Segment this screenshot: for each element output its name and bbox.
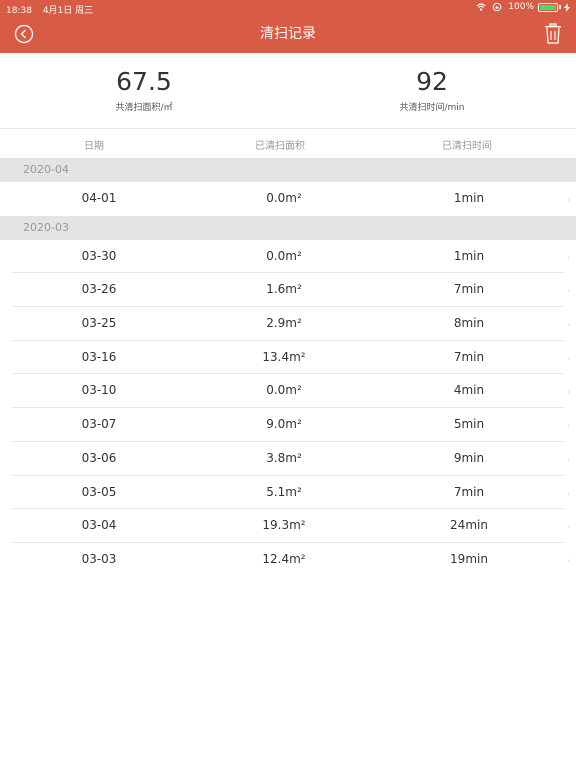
record-list: 2020-04 04-01 0.0m² 1min › 2020-03 03-30 0.0m² 1… xyxy=(0,158,576,577)
column-header: 日期 已清扫面积 已清扫时间 xyxy=(0,128,576,158)
battery-percent: 100% xyxy=(508,2,534,12)
charging-icon xyxy=(564,2,570,12)
chevron-right-icon: › xyxy=(567,556,570,565)
chevron-right-icon: › xyxy=(567,287,570,296)
record-area: 5.1m² xyxy=(266,484,302,499)
chevron-right-icon: › xyxy=(567,253,570,262)
record-time: 1min xyxy=(453,248,485,263)
record-date: 03-03 xyxy=(81,551,117,566)
record-row[interactable]: 03-04 19.3m² 24min › xyxy=(0,509,576,543)
record-area: 9.0m² xyxy=(266,417,302,432)
status-left: 18:38 4月1日 周三 xyxy=(6,3,101,16)
chevron-right-icon: › xyxy=(567,196,570,204)
chevron-right-icon: › xyxy=(567,489,570,498)
record-row[interactable]: 03-07 9.0m² 5min › xyxy=(0,408,576,442)
total-area-label: 共清扫面积/㎡ xyxy=(115,103,173,113)
section-header: 2020-03 xyxy=(0,215,576,240)
record-time: 24min xyxy=(450,518,488,533)
record-area: 3.8m² xyxy=(266,450,302,465)
record-date: 03-26 xyxy=(81,282,117,297)
record-row[interactable]: 03-16 13.4m² 7min › xyxy=(0,341,576,375)
column-date: 日期 xyxy=(84,141,104,152)
record-row[interactable]: 04-01 0.0m² 1min › xyxy=(0,182,576,216)
record-time: 9min xyxy=(453,450,485,465)
chevron-right-icon: › xyxy=(567,321,570,330)
record-time: 5min xyxy=(453,417,485,432)
record-date: 04-01 xyxy=(81,191,117,205)
status-date: 4月1日 周三 xyxy=(42,6,94,16)
record-area: 19.3m² xyxy=(262,518,306,533)
record-area: 0.0m² xyxy=(266,191,302,205)
chevron-right-icon: › xyxy=(567,455,570,464)
total-time-label: 共清扫时间/min xyxy=(399,103,465,113)
chevron-right-icon: › xyxy=(567,388,570,397)
record-row[interactable]: 03-30 0.0m² 1min › xyxy=(0,240,576,274)
record-area: 0.0m² xyxy=(266,383,302,398)
record-date: 03-16 xyxy=(81,349,117,364)
record-area: 13.4m² xyxy=(262,349,306,364)
record-date: 03-05 xyxy=(81,484,117,499)
record-time: 7min xyxy=(453,282,485,297)
record-date: 03-10 xyxy=(81,383,117,398)
record-time: 7min xyxy=(453,349,485,364)
record-date: 03-25 xyxy=(81,316,117,331)
record-area: 0.0m² xyxy=(266,248,302,263)
status-bar: 18:38 4月1日 周三 100% xyxy=(0,0,576,16)
battery-cap xyxy=(559,5,561,9)
record-row[interactable]: 03-10 0.0m² 4min › xyxy=(0,374,576,408)
battery-icon xyxy=(538,2,558,12)
record-date: 03-06 xyxy=(81,450,117,465)
record-area: 2.9m² xyxy=(266,316,302,331)
total-area: 67.5 共清扫面积/㎡ xyxy=(0,67,288,113)
total-area-value: 67.5 xyxy=(116,67,172,96)
record-time: 1min xyxy=(453,191,485,205)
chevron-right-icon: › xyxy=(567,523,570,532)
record-time: 4min xyxy=(453,383,485,398)
chevron-right-icon: › xyxy=(567,354,570,363)
column-time: 已清扫时间 xyxy=(442,141,492,152)
section-header: 2020-04 xyxy=(0,158,576,182)
total-time: 92 共清扫时间/min xyxy=(288,67,576,113)
record-date: 03-04 xyxy=(81,518,117,533)
record-area: 12.4m² xyxy=(262,551,306,566)
record-row[interactable]: 03-05 5.1m² 7min › xyxy=(0,476,576,510)
status-right: 100% xyxy=(476,2,570,12)
summary-panel: 67.5 共清扫面积/㎡ 92 共清扫时间/min xyxy=(0,53,576,128)
wifi-icon xyxy=(476,3,486,11)
record-row[interactable]: 03-26 1.6m² 7min › xyxy=(0,273,576,307)
orientation-lock-icon xyxy=(492,2,502,12)
total-time-value: 92 xyxy=(416,67,448,96)
trash-icon[interactable] xyxy=(544,23,562,44)
record-area: 1.6m² xyxy=(266,282,302,297)
page-title: 清扫记录 xyxy=(260,26,316,42)
column-area: 已清扫面积 xyxy=(255,141,305,152)
record-row[interactable]: 03-25 2.9m² 8min › xyxy=(0,307,576,341)
record-date: 03-30 xyxy=(81,248,117,263)
record-row[interactable]: 03-06 3.8m² 9min › xyxy=(0,442,576,476)
record-date: 03-07 xyxy=(81,417,117,432)
record-time: 8min xyxy=(453,316,485,331)
record-row[interactable]: 03-03 12.4m² 19min › xyxy=(0,543,576,577)
record-time: 19min xyxy=(450,551,488,566)
chevron-right-icon: › xyxy=(567,422,570,431)
status-time: 18:38 xyxy=(6,6,32,16)
nav-header: 18:38 4月1日 周三 100% 清扫记录 xyxy=(0,0,576,53)
record-time: 7min xyxy=(453,484,485,499)
